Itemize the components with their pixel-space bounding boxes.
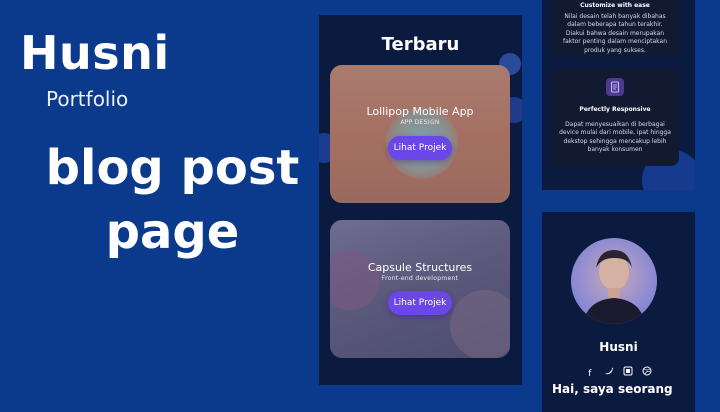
section-title: Terbaru (381, 34, 460, 55)
dribbble-icon[interactable] (642, 366, 652, 376)
feature-title: Customize with ease (580, 2, 650, 9)
facebook-icon[interactable]: f (585, 369, 595, 379)
brand-title: Husni (20, 26, 170, 80)
mobile-preview-latest: Terbaru Lollipop Mobile App APP DESIGN L… (319, 15, 522, 385)
project-title: Capsule Structures (367, 261, 473, 274)
hero-line-1: blog post (45, 140, 300, 196)
view-project-button[interactable]: Lihat Projek (388, 291, 452, 315)
hero-line-2: page (105, 204, 240, 261)
brand-subtitle: Portfolio (46, 87, 129, 111)
hero-heading: blog post page (0, 136, 345, 265)
profile-name: Husni (599, 340, 638, 354)
social-links: f (542, 361, 695, 380)
feature-card: Perfectly Responsive Dapat menyesuaikan … (551, 68, 679, 166)
instagram-icon[interactable] (623, 366, 633, 376)
mobile-preview-features: Customize with ease Nilai desain telah b… (542, 0, 695, 190)
project-subtitle: APP DESIGN (400, 119, 440, 126)
project-title: Lollipop Mobile App (366, 105, 474, 118)
project-card: Capsule Structures Front-end development… (330, 220, 510, 358)
card-image-decor (450, 290, 510, 358)
feature-description: Dapat menyesuaikan di berbagai device mu… (559, 121, 671, 154)
avatar (571, 238, 657, 324)
mobile-preview-profile: Husni f Hai, saya seorang (542, 212, 695, 412)
project-subtitle: Front-end development (381, 275, 459, 282)
view-project-button[interactable]: Lihat Projek (388, 136, 452, 160)
project-card: Lollipop Mobile App APP DESIGN Lihat Pro… (330, 65, 510, 203)
twitter-icon[interactable] (604, 366, 614, 376)
document-icon (606, 78, 624, 96)
greeting-text: Hai, saya seorang (552, 382, 673, 396)
feature-title: Perfectly Responsive (579, 106, 651, 113)
feature-card: Customize with ease Nilai desain telah b… (551, 0, 679, 56)
feature-description: Nilai desain telah banyak dibahas dalam … (562, 13, 668, 54)
